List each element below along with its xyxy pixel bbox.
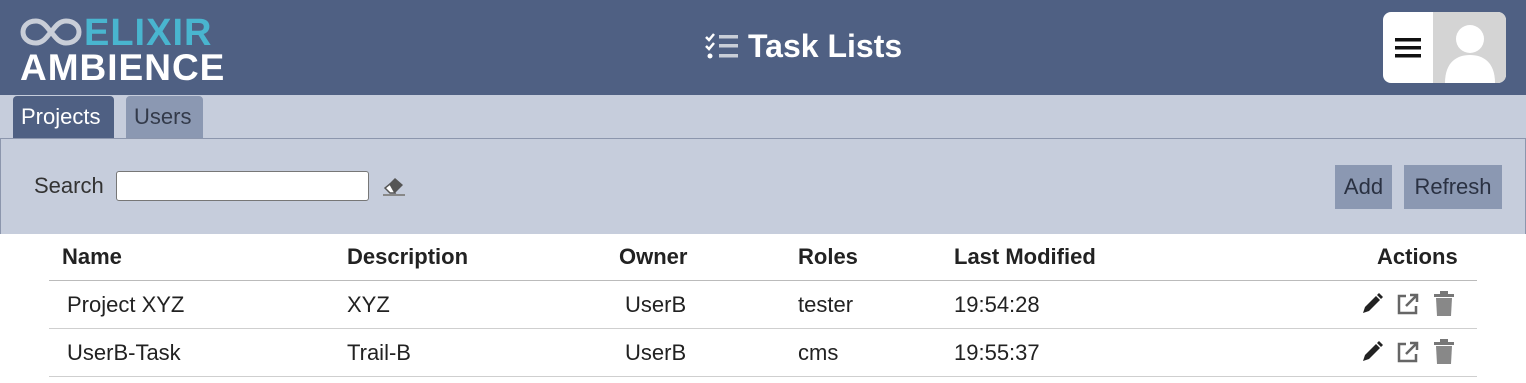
row-actions [1359, 339, 1457, 365]
trash-icon[interactable] [1431, 291, 1457, 317]
table-row[interactable]: Project XYZ XYZ UserB tester 19:54:28 [49, 281, 1477, 329]
eraser-icon[interactable] [381, 173, 407, 197]
cell-owner: UserB [625, 340, 687, 365]
cell-name: UserB-Task [67, 340, 181, 365]
external-link-icon[interactable] [1395, 339, 1421, 365]
external-link-icon[interactable] [1395, 291, 1421, 317]
cell-roles: tester [798, 292, 854, 317]
cell-roles: cms [798, 340, 839, 365]
cell-name: Project XYZ [67, 292, 185, 317]
cell-last-modified: 19:55:37 [954, 340, 1040, 365]
column-header-description[interactable]: Description [347, 234, 468, 280]
tab-users[interactable]: Users [126, 96, 203, 138]
refresh-button[interactable]: Refresh [1404, 165, 1502, 209]
column-header-actions: Actions [1377, 244, 1458, 269]
row-actions [1359, 291, 1457, 317]
hamburger-menu-icon[interactable] [1383, 12, 1433, 83]
tab-projects[interactable]: Projects [13, 96, 114, 138]
projects-table: Name Description Owner Roles Last Modifi… [49, 234, 1477, 377]
user-menu[interactable] [1383, 12, 1506, 83]
table-row[interactable]: UserB-Task Trail-B UserB cms 19:55:37 [49, 329, 1477, 377]
pencil-icon[interactable] [1359, 339, 1385, 365]
user-avatar-icon[interactable] [1433, 12, 1506, 83]
checklist-icon [705, 33, 738, 59]
column-header-last-modified[interactable]: Last Modified [954, 234, 1096, 280]
page-title: Task Lists [704, 26, 902, 66]
infinity-logo-icon [20, 18, 82, 46]
app-header: ELIXIR AMBIENCE Task Lists [0, 0, 1526, 95]
tab-bar: Projects Users [0, 95, 1526, 139]
cell-description: Trail-B [347, 340, 411, 365]
column-header-name[interactable]: Name [62, 234, 122, 280]
table-header-row: Name Description Owner Roles Last Modifi… [49, 234, 1477, 281]
page-title-text: Task Lists [748, 27, 903, 64]
toolbar: Search Add Refresh [0, 139, 1526, 234]
column-header-roles[interactable]: Roles [798, 234, 858, 280]
search-label: Search [34, 173, 104, 198]
add-button[interactable]: Add [1335, 165, 1392, 209]
column-header-owner[interactable]: Owner [619, 234, 687, 280]
cell-last-modified: 19:54:28 [954, 292, 1040, 317]
logo[interactable]: ELIXIR AMBIENCE [20, 12, 230, 88]
cell-description: XYZ [347, 292, 390, 317]
trash-icon[interactable] [1431, 339, 1457, 365]
brand-line-2: AMBIENCE [20, 47, 226, 88]
cell-owner: UserB [625, 292, 687, 317]
pencil-icon[interactable] [1359, 291, 1385, 317]
search-input[interactable] [116, 171, 369, 201]
